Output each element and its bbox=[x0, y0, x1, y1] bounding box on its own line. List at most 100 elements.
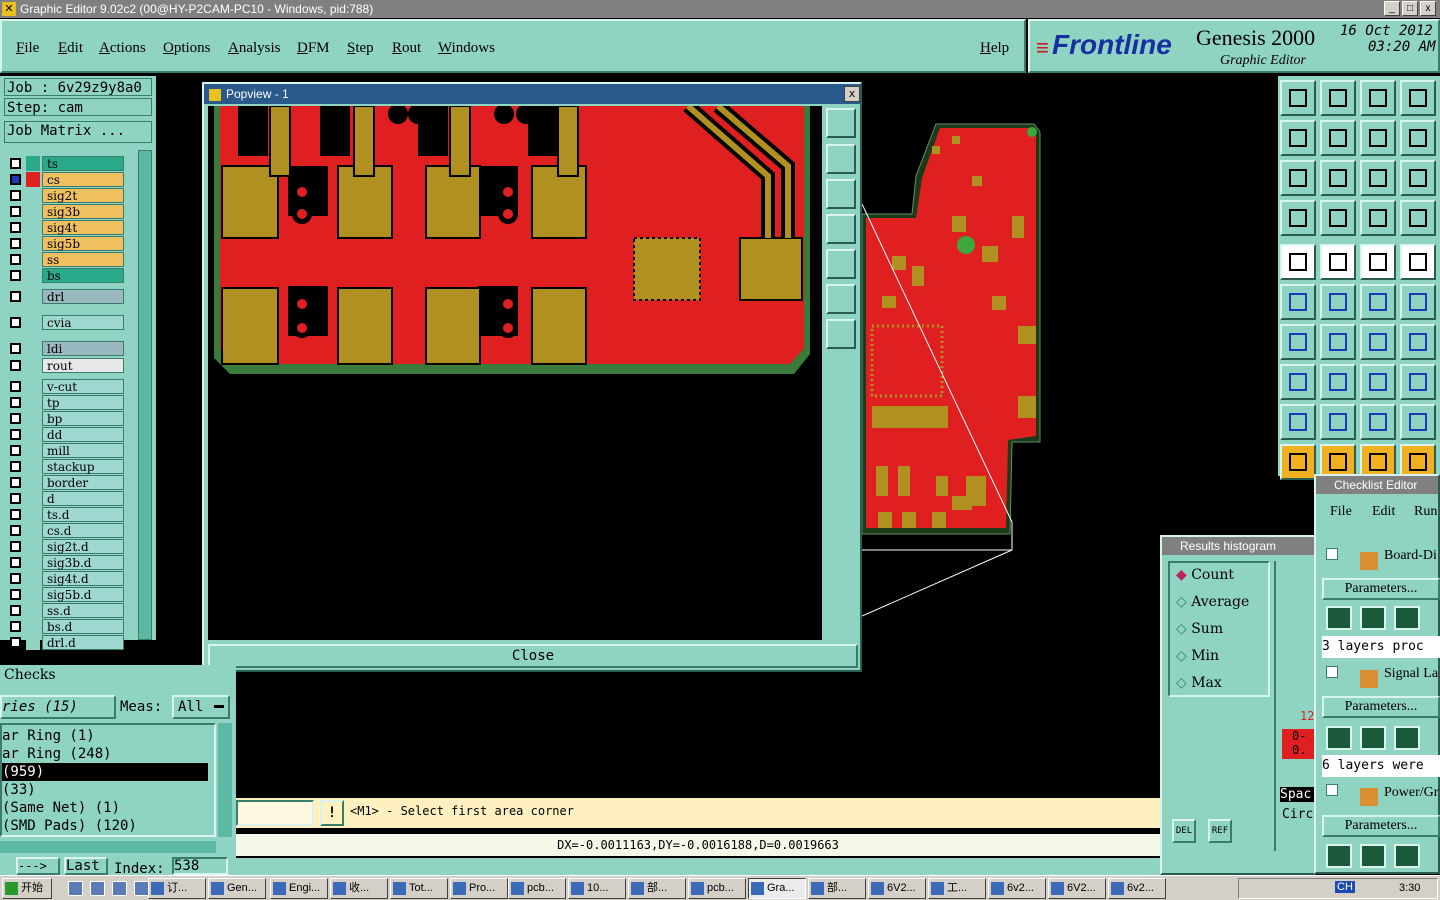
triangle-b-icon[interactable] bbox=[1360, 404, 1396, 440]
layer-color-swatch[interactable] bbox=[26, 395, 40, 410]
layer-color-swatch[interactable] bbox=[26, 236, 40, 251]
layer-row[interactable]: sig5b.d bbox=[6, 587, 124, 602]
taskbar-item[interactable]: 6V2... bbox=[868, 878, 926, 899]
checklist-entry-name[interactable]: Signal La bbox=[1384, 666, 1438, 682]
quicklaunch-icon[interactable] bbox=[134, 881, 149, 896]
run-action-icon[interactable] bbox=[1360, 844, 1386, 868]
layer-row[interactable]: sig2t bbox=[6, 188, 124, 203]
check-item[interactable]: ar Ring (248) bbox=[2, 745, 112, 763]
layer-checkbox[interactable] bbox=[10, 589, 21, 600]
triangle-c-icon[interactable] bbox=[1400, 404, 1436, 440]
layer-color-swatch[interactable] bbox=[26, 220, 40, 235]
layer-checkbox[interactable] bbox=[10, 605, 21, 616]
layer-name[interactable]: cvia bbox=[42, 315, 124, 330]
histogram-option-sum[interactable]: ◇ Sum bbox=[1176, 621, 1223, 637]
taskbar-item[interactable]: 6v2... bbox=[1108, 878, 1166, 899]
layer-color-swatch[interactable] bbox=[26, 523, 40, 538]
layer-row[interactable]: cs.d bbox=[6, 523, 124, 538]
select-icon[interactable] bbox=[1280, 364, 1316, 400]
layer-name[interactable]: bs bbox=[42, 268, 124, 283]
home-icon[interactable] bbox=[1360, 80, 1396, 116]
layer-checkbox[interactable] bbox=[10, 493, 21, 504]
line-icon[interactable] bbox=[1320, 244, 1356, 280]
layer-color-swatch[interactable] bbox=[26, 555, 40, 570]
maximize-button[interactable]: □ bbox=[1402, 1, 1418, 16]
menu-step[interactable]: Step bbox=[347, 40, 374, 57]
run-action-icon[interactable] bbox=[1394, 844, 1420, 868]
layer-checkbox[interactable] bbox=[10, 291, 21, 302]
layer-row[interactable]: bp bbox=[6, 411, 124, 426]
menu-windows[interactable]: Windows bbox=[438, 40, 495, 57]
layer-checkbox[interactable] bbox=[10, 413, 21, 424]
layer-color-swatch[interactable] bbox=[26, 635, 40, 650]
layer-name[interactable]: ts bbox=[42, 156, 124, 171]
layer-row[interactable]: mill bbox=[6, 443, 124, 458]
layer-color-swatch[interactable] bbox=[26, 341, 40, 356]
layer-row[interactable]: drl bbox=[6, 289, 124, 304]
layer-name[interactable]: bp bbox=[42, 411, 124, 426]
layer-row[interactable]: drl.d bbox=[6, 635, 124, 650]
layer-checkbox[interactable] bbox=[10, 621, 21, 632]
popview-close-button[interactable]: Close bbox=[208, 644, 858, 668]
triangle-a-icon[interactable] bbox=[1320, 404, 1356, 440]
entry-checkbox[interactable] bbox=[1326, 548, 1338, 560]
popview-pan-up-icon[interactable] bbox=[826, 144, 856, 174]
layer-checkbox[interactable] bbox=[10, 158, 21, 169]
taskbar-item[interactable]: 收... bbox=[330, 878, 388, 899]
run-action-icon[interactable] bbox=[1394, 726, 1420, 750]
layer-row[interactable]: sig5b bbox=[6, 236, 124, 251]
command-input[interactable] bbox=[236, 800, 314, 826]
popview-pan-right-icon[interactable] bbox=[826, 249, 856, 279]
layer-row[interactable]: ts.d bbox=[6, 507, 124, 522]
histogram-bar[interactable]: 0- 0. bbox=[1282, 729, 1318, 759]
help-icon[interactable] bbox=[1400, 160, 1436, 196]
layer-color-swatch[interactable] bbox=[26, 172, 40, 187]
layer-color-swatch[interactable] bbox=[26, 619, 40, 634]
layer-checkbox[interactable] bbox=[10, 190, 21, 201]
check-item[interactable]: (SMD Pads) (120) bbox=[2, 817, 137, 835]
popview-center-icon[interactable] bbox=[826, 319, 856, 349]
layer-scrollbar[interactable] bbox=[138, 150, 152, 640]
layer-name[interactable]: sig5b bbox=[42, 236, 124, 251]
layer-name[interactable]: dd bbox=[42, 427, 124, 442]
layer-checkbox[interactable] bbox=[10, 573, 21, 584]
layer-checkbox[interactable] bbox=[10, 509, 21, 520]
layer-checkbox[interactable] bbox=[10, 429, 21, 440]
warning-button[interactable]: ! bbox=[320, 800, 344, 826]
pointer-icon[interactable] bbox=[1280, 444, 1316, 480]
layer-row[interactable]: sig4t.d bbox=[6, 571, 124, 586]
layer-color-swatch[interactable] bbox=[26, 475, 40, 490]
run-action-icon[interactable] bbox=[1360, 726, 1386, 750]
run-action-icon[interactable] bbox=[1360, 606, 1386, 630]
via-icon[interactable] bbox=[1400, 284, 1436, 320]
menu-rout[interactable]: Rout bbox=[392, 40, 421, 57]
group-icon[interactable] bbox=[1400, 364, 1436, 400]
layer-checkbox[interactable] bbox=[10, 525, 21, 536]
snap-icon[interactable] bbox=[1400, 120, 1436, 156]
triangle-icon[interactable] bbox=[1280, 404, 1316, 440]
taskbar-item[interactable]: pcb... bbox=[688, 878, 746, 899]
layer-name[interactable]: rout bbox=[42, 358, 124, 373]
checklist-menu-edit[interactable]: Edit bbox=[1372, 504, 1395, 520]
layer-color-swatch[interactable] bbox=[26, 289, 40, 304]
taskbar-item[interactable]: Tot... bbox=[390, 878, 448, 899]
taskbar-item[interactable]: 部... bbox=[808, 878, 866, 899]
save-icon[interactable] bbox=[1320, 80, 1356, 116]
popview-pan-left-icon[interactable] bbox=[826, 214, 856, 244]
layer-name[interactable]: cs.d bbox=[42, 523, 124, 538]
minimize-button[interactable]: _ bbox=[1384, 1, 1400, 16]
layers-icon[interactable] bbox=[1400, 200, 1436, 236]
layer-color-swatch[interactable] bbox=[26, 411, 40, 426]
histogram-option-count[interactable]: ◆ Count bbox=[1176, 567, 1234, 583]
connect-icon[interactable] bbox=[1280, 284, 1316, 320]
layer-row[interactable]: rout bbox=[6, 358, 124, 373]
taskbar-item[interactable]: 6V2... bbox=[1048, 878, 1106, 899]
arc-icon[interactable] bbox=[1360, 324, 1396, 360]
histogram-option-max[interactable]: ◇ Max bbox=[1176, 675, 1222, 691]
layer-name[interactable]: tp bbox=[42, 395, 124, 410]
entry-checkbox[interactable] bbox=[1326, 666, 1338, 678]
parameters-button[interactable]: Parameters... bbox=[1322, 696, 1440, 718]
layer-name[interactable]: sig5b.d bbox=[42, 587, 124, 602]
layer-row[interactable]: dd bbox=[6, 427, 124, 442]
layer-row[interactable]: border bbox=[6, 475, 124, 490]
